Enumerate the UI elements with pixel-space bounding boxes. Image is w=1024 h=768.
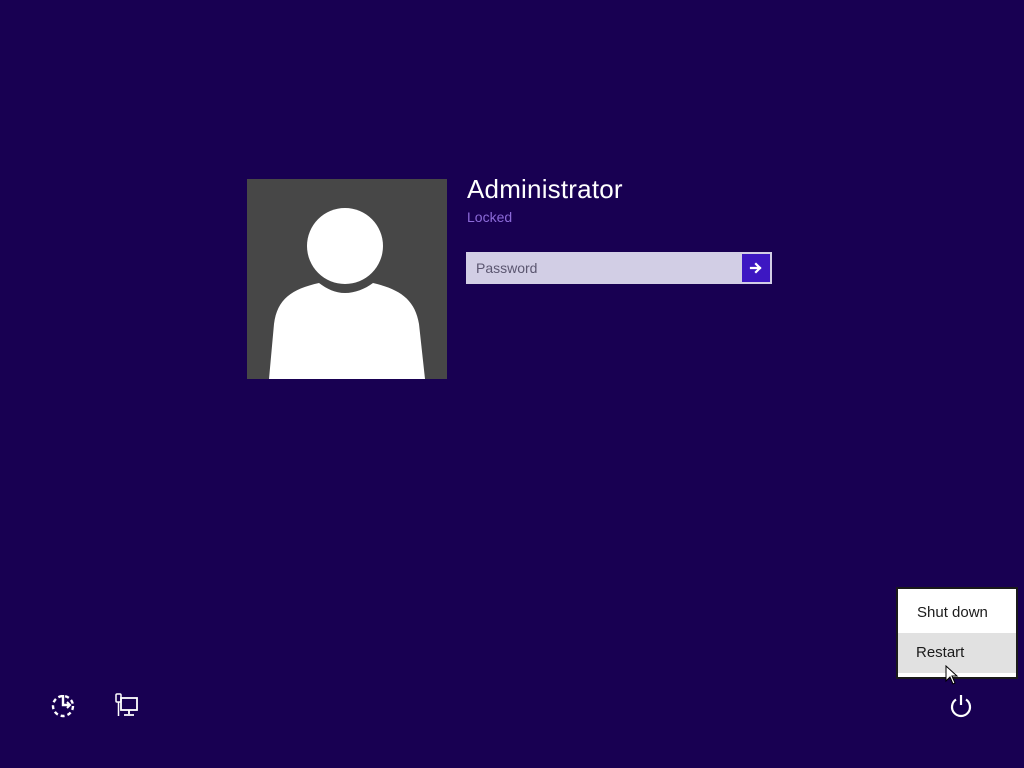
user-avatar	[247, 179, 447, 379]
power-button[interactable]	[947, 692, 975, 720]
user-silhouette-icon	[269, 208, 425, 379]
ease-of-access-button[interactable]	[49, 692, 77, 720]
user-status: Locked	[467, 209, 513, 225]
password-input[interactable]	[467, 253, 741, 283]
power-menu: Shut down Restart	[896, 587, 1018, 679]
power-icon	[950, 695, 972, 718]
arrow-right-icon	[749, 262, 762, 274]
password-field	[466, 252, 772, 284]
submit-button[interactable]	[742, 254, 770, 282]
restart-option[interactable]: Restart	[898, 633, 1016, 673]
network-icon	[115, 693, 138, 716]
user-name: Administrator	[467, 174, 623, 204]
ease-of-access-icon	[51, 694, 75, 718]
shut-down-option[interactable]: Shut down	[898, 593, 1016, 633]
network-button[interactable]	[113, 692, 141, 720]
